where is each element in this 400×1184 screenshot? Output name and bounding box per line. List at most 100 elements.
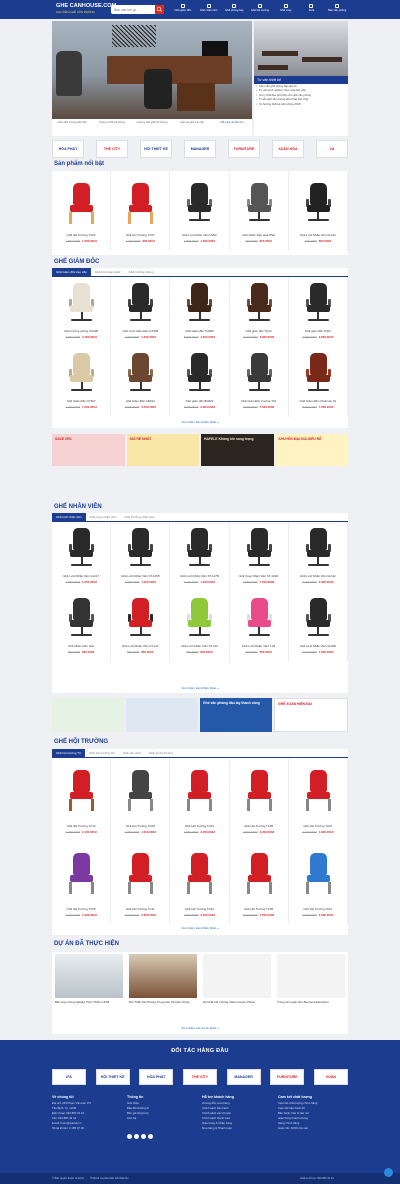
partner-logo[interactable]: HÒA PHÁT [52, 140, 84, 158]
product-card[interactable]: Ghế Hội Trường TC07 1.200.000đ 990.000đ [111, 171, 171, 251]
product-name[interactable]: Ghế Nhân Viên Hòa Phát [232, 233, 286, 237]
banner-thumb[interactable]: Trang trí thiết kế phòng [92, 119, 132, 136]
back-to-top-button[interactable] [384, 1168, 393, 1177]
more-link[interactable]: Xem thêm sản phẩm khác » [52, 686, 348, 690]
product-card[interactable]: Ghế Giám Đốc Control-T01 6.500.000đ 5.500.… [230, 347, 289, 417]
product-card[interactable]: Ghế Lưới Nhân Viên NV02 1.500.000đ 1.290.0… [170, 171, 230, 251]
product-card[interactable]: Ghế Hội Trường TC06 2.500.000đ 2.200.000đ [230, 758, 289, 841]
banner-thumb[interactable]: Các loại ghế cao cấp [172, 119, 212, 136]
partner-logo[interactable]: FURNITURE [228, 140, 260, 158]
product-name[interactable]: Ghế giám đốc TQ01 [291, 329, 345, 333]
product-name[interactable]: Ghế Giám Đốc GT307 [54, 399, 108, 403]
product-name[interactable]: Ghế giám đốc BG802 [172, 399, 226, 403]
search-button[interactable] [155, 5, 164, 14]
banner-thumb[interactable]: Công ty bàn ghế hội trường [132, 119, 172, 136]
product-name[interactable]: Ghế Lưới Nhân Viên ST-117B [172, 574, 226, 578]
facebook-icon[interactable] [127, 1134, 132, 1139]
product-name[interactable]: Ghế Giám Đốc Control-T01 [232, 399, 286, 403]
partner-logo[interactable]: THE CITY [182, 1069, 217, 1085]
product-card[interactable]: Ghế giám đốc TQ12 3.200.000đ 2.900.000đ [230, 277, 289, 347]
ad-banner[interactable]: SALE 20% [52, 434, 125, 466]
tab[interactable]: Ghế Giám đốc cao cấp [52, 268, 91, 276]
product-card[interactable]: Ghế Hội Trường TC04 2.800.000đ 2.500.000đ [170, 841, 230, 924]
product-card[interactable]: Ghế Xoay Nhân Viên ST-101D 1.650.000đ 1.50… [230, 522, 289, 592]
product-card[interactable]: Ghế Hội Trường TC11 3.200.000đ 2.800.000đ [111, 841, 171, 924]
partner-logo[interactable]: HỘI THIẾT KẾ [140, 140, 172, 158]
nav-item[interactable]: Ghế phòng họp [221, 4, 247, 17]
product-name[interactable]: Ghế Nhân Viên Hòa [54, 644, 108, 648]
ad-banner[interactable]: Ghế văn phòng đầu tay thanh công [200, 698, 272, 732]
product-name[interactable]: Ghế Lưới Nhân Viên GL112 [291, 233, 345, 237]
product-name[interactable]: Ghế Lưới Nhân Viên NV02 [172, 233, 226, 237]
product-card[interactable]: Ghế Lưới Nhân Viên ST-112 950.000đ 850.000… [111, 592, 171, 662]
product-name[interactable]: Ghế Hội Trường TC07 [291, 824, 345, 828]
product-card[interactable]: Ghế Hội Trường TC05 5.000.000đ 4.500.000đ [230, 841, 289, 924]
product-card[interactable]: Ghế Lưới Nhân Viên GL217 1.350.000đ 1.250.… [52, 522, 112, 592]
partner-logo[interactable]: XUÂN [313, 1069, 348, 1085]
product-name[interactable]: Ghế Lưới Nhân Viên GL112 [291, 574, 345, 578]
project-card[interactable]: Nội thất hội trường Vietel Cream Plaza [200, 952, 274, 1024]
partner-logo[interactable]: IFA [52, 1069, 86, 1085]
product-name[interactable]: Ghế Hội Trường TC03 [172, 824, 226, 828]
product-card[interactable]: Ghế Hội Trường TC03 2.500.000đ 2.200.000đ [170, 758, 230, 841]
product-card[interactable]: Ghế Hội Trường TC07 2.100.000đ 1.900.000đ [289, 758, 348, 841]
ad-banner[interactable]: GHẾ XOAN HIỆN ĐẠI [274, 698, 348, 732]
product-card[interactable]: Ghế Hội Trường TC12 2.300.000đ 2.100.000đ [52, 758, 112, 841]
tab[interactable]: Ghế xoay nhân viên [86, 513, 121, 521]
product-card[interactable]: Ghế Giám Đốc Chairman 01 8.900.000đ 7.600.… [289, 347, 348, 417]
ad-banner[interactable]: KHUYẾN MẠI GIÁ SIÊU RẺ [275, 434, 348, 466]
product-name[interactable]: Ghế Hội Trường TC03 [54, 233, 108, 237]
footer-link[interactable]: Mua hàng & Thanh toán [202, 1126, 272, 1131]
product-card[interactable]: Ghế Lưới Nhân Viên ST-117B 1.300.000đ 1.09… [170, 522, 230, 592]
product-name[interactable]: Ghế Giám đốc TQ086 [172, 329, 226, 333]
product-name[interactable]: Ghế Hội Trường TC04 [172, 907, 226, 911]
partner-logo[interactable]: MANAGER [184, 140, 216, 158]
ad-banner[interactable]: HAFELE Không khí sang trọng [201, 434, 274, 466]
product-name[interactable]: Ghế Hội Trường TC08 [113, 824, 167, 828]
nav-item[interactable]: Ghế hội trường [247, 4, 273, 17]
tab[interactable]: Ghế sân chơi [119, 749, 145, 757]
more-link[interactable]: Xem thêm sản phẩm khác » [52, 926, 348, 930]
tab[interactable]: Ghế hội trường NC [85, 749, 119, 757]
banner-thumb[interactable]: Giám đốc phòng giám đốc [52, 119, 92, 136]
product-name[interactable]: Ghế Hội Trường TC07 [113, 233, 167, 237]
product-card[interactable]: Ghế Nhân Viên Hòa 920.000đ 825.000đ [52, 592, 112, 662]
product-card[interactable]: Ghế Giám đốc TQ086 5.500.000đ 4.200.000đ [170, 277, 230, 347]
product-card[interactable]: Ghế Hội Trường TC08 1.300.000đ 1.000.000đ [111, 758, 171, 841]
more-link[interactable]: Xem thêm các dự án khác » [52, 1026, 348, 1030]
product-name[interactable]: Ghế Lưới Nhân Viên T-03 [232, 644, 286, 648]
product-name[interactable]: Ghế Lưới Nhân Viên GL217 [54, 574, 108, 578]
product-name[interactable]: Ghế Lưới Nhân Viên ST-1058 [113, 574, 167, 578]
partner-logo[interactable]: HỘI THIẾT KẾ [95, 1069, 130, 1085]
skype-icon[interactable] [141, 1134, 146, 1139]
tab[interactable]: Ghế lưới nhân viên [52, 513, 86, 521]
youtube-icon[interactable] [148, 1134, 153, 1139]
more-link[interactable]: Xem thêm sản phẩm khác » [52, 420, 348, 424]
tab[interactable]: Ghế gỗ hộ trường [145, 749, 177, 757]
partner-logo[interactable]: HÒA PHÁT [139, 1069, 174, 1085]
nav-item[interactable]: Ghế xoay [273, 4, 299, 17]
product-card[interactable]: Ghế Lưới Nhân Viên GL112 3.200.000đ 2.900.… [289, 522, 348, 592]
google-icon[interactable] [134, 1134, 139, 1139]
product-card[interactable]: Ghế Hội Trường TC10 2.300.000đ 2.000.000đ [289, 841, 348, 924]
product-name[interactable]: Ghế Hội Trường TC11 [113, 907, 167, 911]
product-name[interactable]: Ghế Lưới Nhân Viên GL308 [291, 644, 345, 648]
tab[interactable]: Ghế hội trường TC [52, 749, 86, 757]
project-card[interactable]: Nội Thất Văn Phòng Trung tâm Khuyến Nông [126, 952, 200, 1024]
partner-logo[interactable]: THE CITY [96, 140, 128, 158]
product-name[interactable]: Ghế Lưới Giám Đốc GT308 [113, 329, 167, 333]
footer-link[interactable]: Liên hệ [127, 1116, 197, 1121]
product-card[interactable]: Ghế Lưới Giám Đốc GT308 1.700.000đ 1.500.0… [111, 277, 171, 347]
product-card[interactable]: Ghế Lưới Nhân Viên T-03 700.000đ 650.000đ [230, 592, 289, 662]
nav-item[interactable]: Ghế nhân viên [196, 4, 222, 17]
ad-banner[interactable]: GIÁ RẺ NHẤT [126, 434, 199, 466]
search-input[interactable] [111, 5, 153, 14]
product-card[interactable]: Ghế Lưới Nhân Viên ST-113 950.000đ 850.000… [170, 592, 230, 662]
consult-image[interactable] [254, 21, 348, 76]
banner-thumb[interactable]: Mẫu ghế nổi bật mới [212, 119, 252, 136]
product-name[interactable]: Ghế Hội Trường TC05 [232, 907, 286, 911]
product-name[interactable]: Ghế Hội Trường TC09 [54, 907, 108, 911]
nav-item[interactable]: Sofa [299, 4, 325, 17]
product-name[interactable]: Ghế Lưới Nhân Viên ST-113 [172, 644, 226, 648]
tab[interactable]: Ghế trưởng phòng [125, 268, 158, 276]
